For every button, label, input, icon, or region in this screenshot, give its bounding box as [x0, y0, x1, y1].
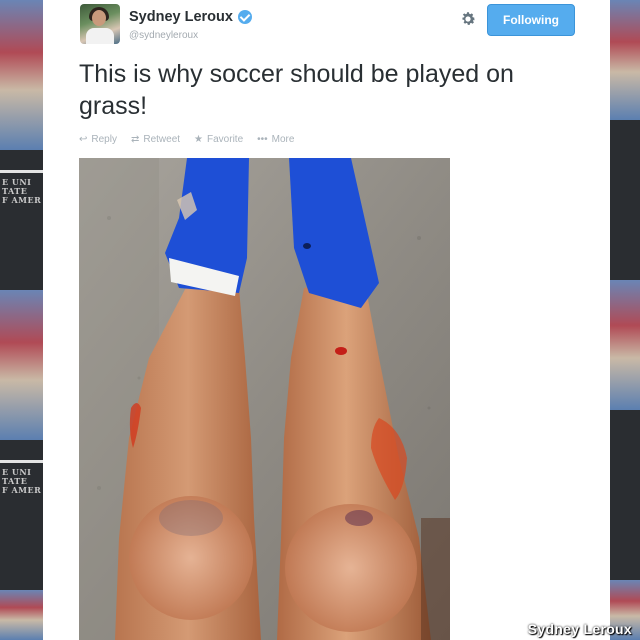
avatar[interactable]: [80, 4, 120, 44]
star-icon: ★: [194, 134, 204, 145]
profile-background-right: [610, 0, 640, 640]
tweet-text: This is why soccer should be played on g…: [79, 60, 514, 120]
more-icon: •••: [257, 134, 268, 145]
more-label: More: [271, 134, 295, 145]
photo-credit: Sydney Leroux: [527, 621, 632, 637]
profile-background-left: E UNI TATE F AMER E UNI TATE F AMER: [0, 0, 43, 640]
gear-icon[interactable]: [459, 10, 477, 28]
author-handle[interactable]: @sydneyleroux: [129, 30, 198, 41]
following-button[interactable]: Following: [487, 4, 575, 36]
favorite-action[interactable]: ★ Favorite: [194, 134, 243, 145]
more-action[interactable]: ••• More: [257, 134, 294, 145]
reply-action[interactable]: ↩ Reply: [79, 134, 117, 145]
retweet-icon: ⇄: [130, 134, 140, 145]
retweet-action[interactable]: ⇄ Retweet: [131, 134, 180, 145]
author-name-row[interactable]: Sydney Leroux: [129, 9, 252, 25]
tweet-card: Sydney Leroux @sydneyleroux Following Th…: [43, 0, 610, 640]
reply-icon: ↩: [79, 134, 88, 145]
author-display-name[interactable]: Sydney Leroux: [129, 9, 233, 25]
verified-badge-icon: [237, 10, 252, 24]
injured-legs-photo: [79, 158, 450, 640]
retweet-label: Retweet: [143, 134, 181, 145]
shirt-text-bottom: E UNI TATE F AMER: [2, 467, 42, 495]
tweet-actions: ↩ Reply ⇄ Retweet ★ Favorite ••• More: [79, 134, 308, 145]
reply-label: Reply: [91, 134, 117, 145]
tweet-photo[interactable]: [79, 158, 450, 640]
shirt-text-top: E UNI TATE F AMER: [2, 177, 42, 205]
favorite-label: Favorite: [207, 134, 244, 145]
